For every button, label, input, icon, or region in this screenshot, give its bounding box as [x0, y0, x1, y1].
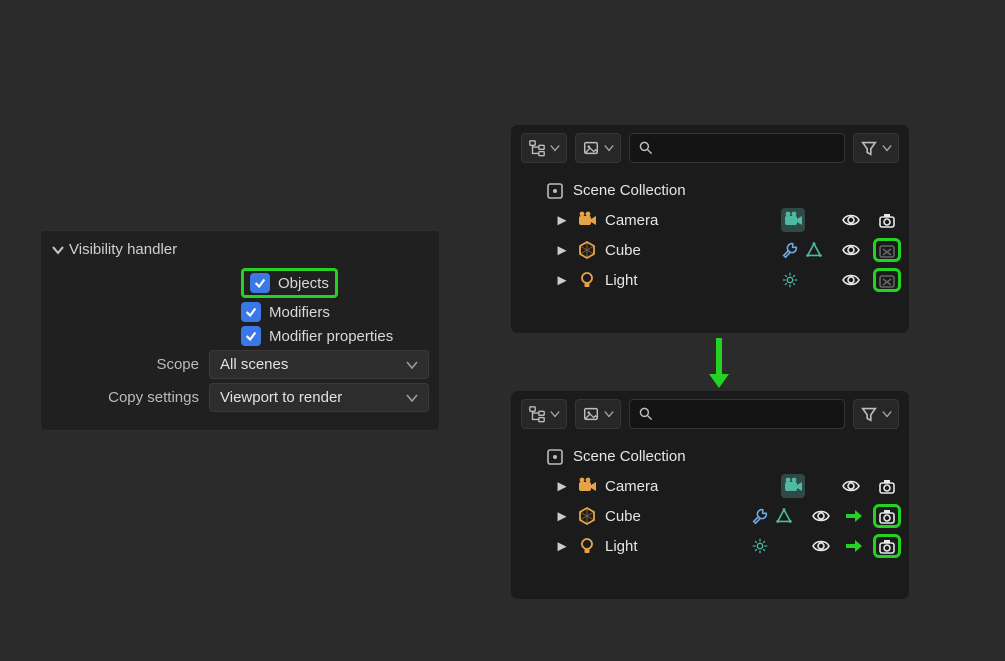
viewport-visibility-toggle[interactable]	[839, 240, 863, 260]
copy-settings-value: Viewport to render	[220, 389, 342, 406]
modifier-properties-label: Modifier properties	[269, 328, 393, 345]
cube-label: Cube	[605, 242, 773, 259]
objects-checkbox[interactable]	[250, 273, 270, 293]
light-object-icon	[577, 270, 597, 290]
modifier-wrench-icon[interactable]	[751, 507, 769, 525]
camera-row[interactable]: ► Camera	[521, 471, 899, 501]
expand-icon[interactable]: ►	[555, 508, 569, 525]
viewport-visibility-toggle[interactable]	[809, 506, 833, 526]
camera-label: Camera	[605, 212, 773, 229]
expand-icon[interactable]: ►	[555, 242, 569, 259]
outliner-after: Scene Collection ► Camera ► Cube	[510, 390, 910, 600]
search-input[interactable]	[629, 399, 845, 429]
objects-highlight: Objects	[241, 268, 338, 298]
mesh-object-icon	[577, 506, 597, 526]
collection-box-icon	[545, 446, 565, 466]
chevron-down-icon	[51, 243, 65, 257]
copy-settings-dropdown[interactable]: Viewport to render	[209, 383, 429, 412]
expand-icon[interactable]: ►	[555, 212, 569, 229]
viewport-visibility-toggle[interactable]	[809, 536, 833, 556]
render-visibility-toggle[interactable]	[875, 536, 899, 556]
light-data-icon[interactable]	[751, 537, 769, 555]
change-arrow-icon	[845, 539, 863, 553]
expand-icon[interactable]: ►	[555, 538, 569, 555]
viewport-visibility-toggle[interactable]	[839, 210, 863, 230]
render-mode-dropdown[interactable]	[575, 399, 621, 429]
scene-collection-row[interactable]: Scene Collection	[521, 441, 899, 471]
cube-row[interactable]: ► Cube	[521, 501, 899, 531]
scope-label: Scope	[51, 356, 209, 373]
objects-label: Objects	[278, 275, 329, 292]
render-mode-dropdown[interactable]	[575, 133, 621, 163]
render-visibility-toggle[interactable]	[875, 270, 899, 290]
panel-header[interactable]: Visibility handler	[51, 241, 429, 258]
chevron-down-icon	[406, 359, 418, 371]
scene-collection-row[interactable]: Scene Collection	[521, 175, 899, 205]
cube-label: Cube	[605, 508, 743, 525]
camera-row[interactable]: ► Camera	[521, 205, 899, 235]
modifiers-checkbox[interactable]	[241, 302, 261, 322]
search-input[interactable]	[629, 133, 845, 163]
outliner-toolbar	[511, 391, 909, 437]
filter-dropdown[interactable]	[853, 399, 899, 429]
chevron-down-icon	[406, 392, 418, 404]
render-visibility-toggle[interactable]	[875, 210, 899, 230]
expand-icon[interactable]: ►	[555, 272, 569, 289]
collection-box-icon	[545, 180, 565, 200]
camera-data-icon[interactable]	[781, 474, 805, 498]
copy-settings-label: Copy settings	[51, 389, 209, 406]
light-object-icon	[577, 536, 597, 556]
scene-collection-label: Scene Collection	[573, 182, 899, 199]
camera-label: Camera	[605, 478, 773, 495]
render-visibility-toggle[interactable]	[875, 476, 899, 496]
outliner-before: Scene Collection ► Camera ► Cube	[510, 124, 910, 334]
scope-dropdown[interactable]: All scenes	[209, 350, 429, 379]
panel-title: Visibility handler	[69, 241, 177, 258]
visibility-handler-panel: Visibility handler Objects Modifiers	[40, 230, 440, 431]
outliner-toolbar	[511, 125, 909, 171]
modifier-wrench-icon[interactable]	[781, 241, 799, 259]
display-mode-dropdown[interactable]	[521, 133, 567, 163]
display-mode-dropdown[interactable]	[521, 399, 567, 429]
light-label: Light	[605, 272, 773, 289]
change-arrow-icon	[845, 509, 863, 523]
light-row[interactable]: ► Light	[521, 265, 899, 295]
render-visibility-toggle[interactable]	[875, 506, 899, 526]
camera-object-icon	[577, 476, 597, 496]
camera-object-icon	[577, 210, 597, 230]
light-row[interactable]: ► Light	[521, 531, 899, 561]
modifiers-label: Modifiers	[269, 304, 330, 321]
transition-arrow-icon	[707, 336, 731, 390]
scene-collection-label: Scene Collection	[573, 448, 899, 465]
light-data-icon[interactable]	[781, 271, 799, 289]
filter-dropdown[interactable]	[853, 133, 899, 163]
camera-data-icon[interactable]	[781, 208, 805, 232]
light-label: Light	[605, 538, 743, 555]
expand-icon[interactable]: ►	[555, 478, 569, 495]
mesh-data-icon[interactable]	[805, 241, 823, 259]
viewport-visibility-toggle[interactable]	[839, 476, 863, 496]
search-icon	[638, 406, 654, 422]
mesh-data-icon[interactable]	[775, 507, 793, 525]
mesh-object-icon	[577, 240, 597, 260]
search-icon	[638, 140, 654, 156]
render-visibility-toggle[interactable]	[875, 240, 899, 260]
scope-value: All scenes	[220, 356, 288, 373]
cube-row[interactable]: ► Cube	[521, 235, 899, 265]
viewport-visibility-toggle[interactable]	[839, 270, 863, 290]
modifier-properties-checkbox[interactable]	[241, 326, 261, 346]
